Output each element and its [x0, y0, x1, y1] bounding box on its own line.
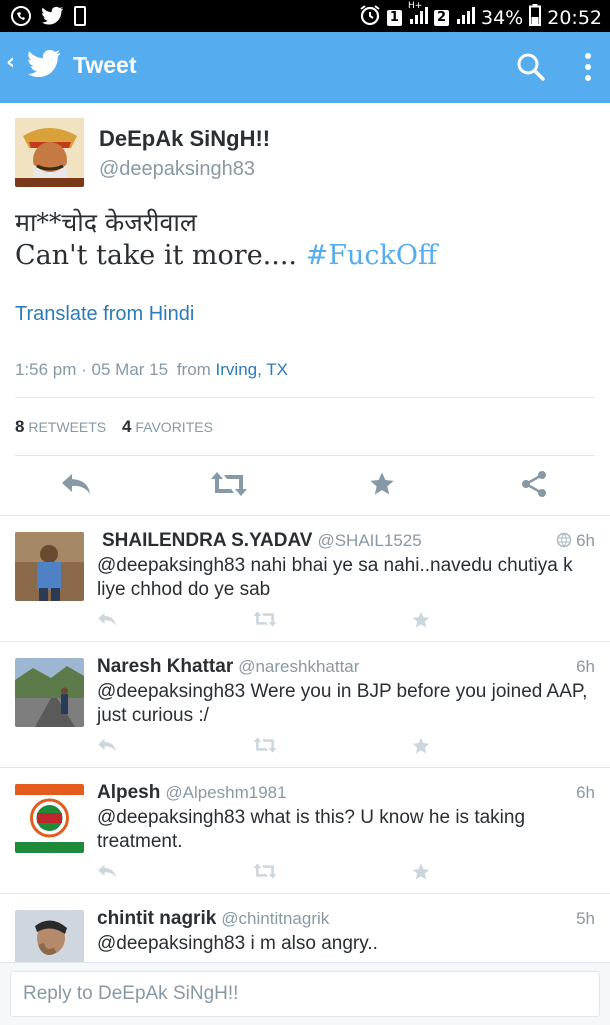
whatsapp-icon [10, 5, 32, 31]
favorites-count: 4 [122, 417, 132, 436]
avatar[interactable] [15, 532, 84, 601]
back-chevron-icon[interactable]: ‹ [6, 50, 15, 75]
reply-author[interactable]: Naresh Khattar @nareshkhattar [97, 656, 359, 678]
reply-text: @deepaksingh83 i m also angry.. [97, 933, 378, 954]
reply-author-name: SHAILENDRA S.YADAV [102, 530, 313, 551]
page-title: Tweet [73, 52, 137, 78]
tweet-actions [0, 466, 610, 506]
author-handle[interactable]: @deepaksingh83 [99, 158, 255, 181]
reply-text: @deepaksingh83 nahi bhai ye sa nahi..nav… [97, 555, 573, 600]
reply-text: @deepaksingh83 Were you in BJP before yo… [97, 681, 588, 726]
share-icon[interactable] [520, 470, 548, 502]
avatar[interactable] [15, 784, 84, 853]
battery-percent: 34% [481, 6, 524, 29]
retweet-icon[interactable] [210, 470, 248, 502]
reply-actions [0, 736, 610, 758]
signal-strength-icon: H+ [408, 1, 428, 30]
reply-author[interactable]: Alpesh @Alpeshm1981 [97, 782, 287, 804]
reply-author-name: Naresh Khattar [97, 656, 234, 677]
reply-author-name: Alpesh [97, 782, 161, 803]
tweet-text: Can't take it more.... [15, 240, 306, 271]
favorite-star-icon[interactable] [368, 470, 396, 502]
retweet-icon[interactable] [253, 862, 277, 884]
author-avatar[interactable] [15, 118, 84, 187]
hashtag-link[interactable]: #FuckOff [306, 240, 438, 271]
favorite-star-icon[interactable] [411, 862, 431, 886]
reply-item[interactable]: Naresh Khattar @nareshkhattar 6h @deepaks… [0, 642, 610, 767]
alarm-icon [359, 4, 381, 31]
reply-icon[interactable] [60, 470, 92, 502]
twitter-bird-icon[interactable] [28, 50, 62, 82]
reply-timestamp: 6h [576, 531, 595, 550]
reply-author-handle: @SHAIL1525 [317, 531, 422, 550]
retweets-label: RETWEETS [28, 419, 107, 435]
sim1-badge: 1 [386, 9, 402, 26]
retweet-icon[interactable] [253, 610, 277, 632]
reply-item[interactable]: Alpesh @Alpeshm1981 6h @deepaksingh83 wha… [0, 768, 610, 893]
phone-icon [74, 6, 86, 30]
more-options-icon[interactable] [584, 52, 592, 86]
favorites-label: FAVORITES [135, 419, 213, 435]
avatar[interactable] [15, 910, 84, 962]
tweet-text-line2: Can't take it more.... #FuckOff [15, 240, 437, 271]
location-link[interactable]: Irving, TX [216, 360, 288, 379]
globe-icon [556, 531, 576, 550]
network-type-label: H+ [407, 1, 423, 11]
avatar[interactable] [15, 658, 84, 727]
reply-actions [0, 862, 610, 884]
retweets-stat[interactable]: 8 RETWEETS [15, 417, 107, 436]
retweets-count: 8 [15, 417, 25, 436]
reply-icon[interactable] [97, 736, 117, 758]
status-bar: 1 H+ 2 34% 20:52 [0, 0, 610, 32]
tweet-meta: 1:56 pm · 05 Mar 15 from Irving, TX [15, 360, 288, 380]
favorites-stat[interactable]: 4 FAVORITES [122, 417, 213, 436]
reply-author[interactable]: chintit nagrik @chintitnagrik [97, 908, 329, 930]
reply-author-name: chintit nagrik [97, 908, 217, 929]
reply-actions [0, 610, 610, 632]
reply-input[interactable]: Reply to DeEpAk SiNgH!! [10, 971, 600, 1017]
translate-link[interactable]: Translate from Hindi [15, 303, 194, 326]
tweet-text-line1: मा**चोद केजरीवाल [15, 208, 197, 237]
reply-timestamp: 5h [576, 909, 595, 928]
divider [15, 455, 595, 456]
twitter-notification-icon [42, 6, 64, 30]
reply-timestamp: 6h [576, 783, 595, 802]
reply-item[interactable]: SHAILENDRA S.YADAV @SHAIL1525 6h @deepaks… [0, 516, 610, 641]
clock: 20:52 [547, 6, 602, 29]
sim2-badge: 2 [433, 9, 449, 26]
reply-timestamp: 6h [576, 657, 595, 676]
reply-author-handle: @nareshkhattar [238, 657, 360, 676]
signal-strength-icon [455, 5, 475, 30]
reply-bar: Reply to DeEpAk SiNgH!! [0, 962, 610, 1025]
app-bar: ‹ Tweet [0, 32, 610, 103]
reply-icon[interactable] [97, 862, 117, 884]
reply-author-handle: @chintitnagrik [221, 909, 330, 928]
reply-text: @deepaksingh83 what is this? U know he i… [97, 807, 526, 852]
author-name[interactable]: DeEpAk SiNgH!! [99, 126, 270, 152]
reply-author[interactable]: SHAILENDRA S.YADAV @SHAIL1525 [102, 530, 422, 552]
reply-time: 6h [556, 531, 595, 551]
reply-item[interactable]: chintit nagrik @chintitnagrik 5h @deepaks… [0, 894, 610, 962]
tweet-stats: 8 RETWEETS 4 FAVORITES [15, 417, 213, 437]
favorite-star-icon[interactable] [411, 610, 431, 634]
divider [15, 397, 595, 398]
tweet-timestamp: 1:56 pm · 05 Mar 15 [15, 360, 169, 379]
battery-icon [529, 4, 542, 31]
favorite-star-icon[interactable] [411, 736, 431, 760]
reply-icon[interactable] [97, 610, 117, 632]
search-icon[interactable] [516, 52, 546, 86]
retweet-icon[interactable] [253, 736, 277, 758]
reply-author-handle: @Alpeshm1981 [165, 783, 287, 802]
from-label: from [176, 360, 211, 379]
